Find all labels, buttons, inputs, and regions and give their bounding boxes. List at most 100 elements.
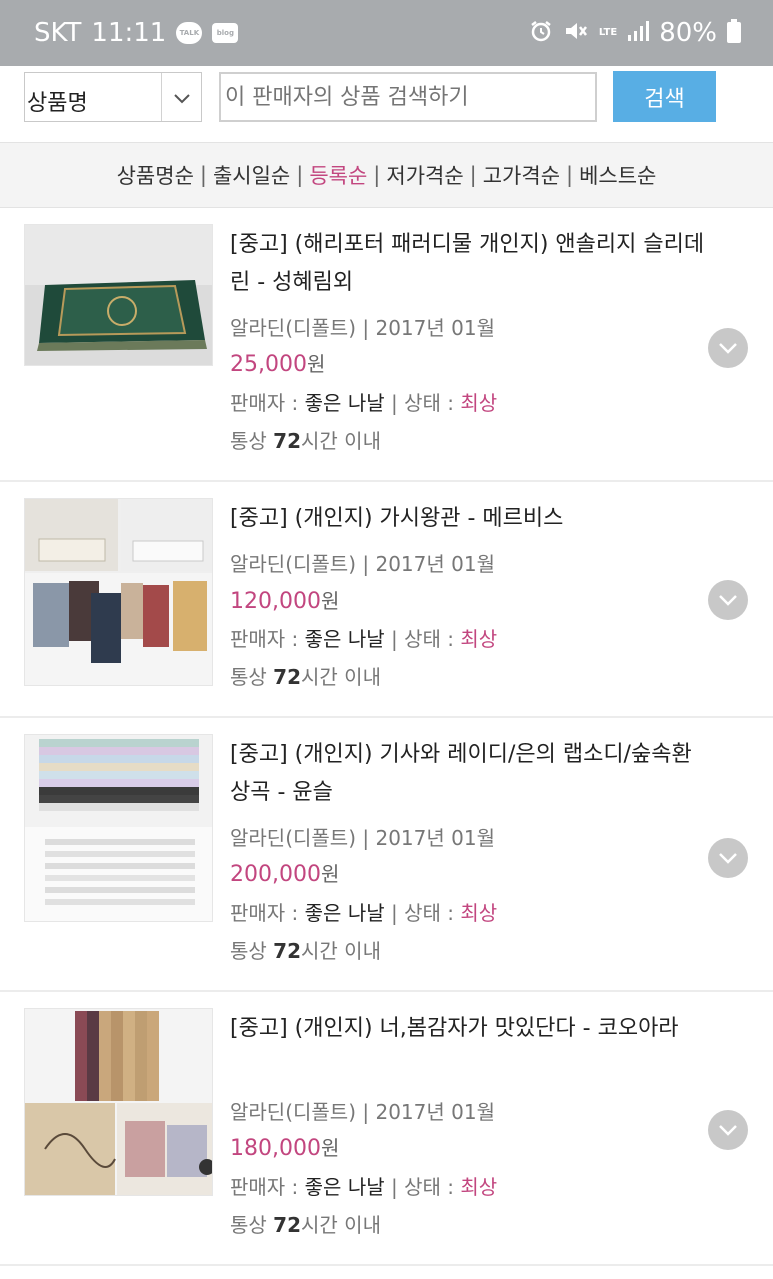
product-item[interactable]: [중고] (개인지) 가시왕관 - 메르비스 알라딘(디폴트) | 2017년 … bbox=[0, 482, 773, 718]
product-price: 120,000 bbox=[230, 589, 321, 614]
shipping-suffix: 시간 이내 bbox=[301, 939, 381, 963]
product-title[interactable]: [중고] (개인지) 가시왕관 - 메르비스 bbox=[230, 500, 710, 538]
sort-divider: | bbox=[296, 163, 304, 187]
product-meta: 알라딘(디폴트) | 2017년 01월 bbox=[230, 548, 495, 577]
product-title[interactable]: [중고] (개인지) 너,봄감자가 맛있단다 - 코오아라 bbox=[230, 1010, 710, 1048]
product-item[interactable]: [중고] (개인지) 기사와 레이디/은의 랩소디/숲속환상곡 - 윤슬 알라딘… bbox=[0, 718, 773, 992]
shipping-hours: 72 bbox=[273, 1213, 302, 1237]
expand-button[interactable] bbox=[708, 838, 748, 878]
sort-divider: | bbox=[373, 163, 381, 187]
carrier-label: SKT bbox=[34, 18, 82, 48]
product-price-row: 120,000원 bbox=[230, 585, 339, 614]
shipping-row: 통상 72시간 이내 bbox=[230, 425, 381, 454]
condition-value: 최상 bbox=[460, 1175, 498, 1199]
seller-divider: | bbox=[390, 627, 405, 651]
seller-row: 판매자 : 좋은 나날 | 상태 : 최상 bbox=[230, 623, 497, 652]
chevron-down-icon bbox=[173, 89, 191, 107]
condition-label: 상태 : bbox=[404, 1175, 454, 1199]
chevron-down-icon bbox=[719, 1125, 737, 1136]
condition-label: 상태 : bbox=[404, 627, 454, 651]
seller-name[interactable]: 좋은 나날 bbox=[305, 391, 385, 415]
select-divider bbox=[161, 73, 162, 121]
shipping-suffix: 시간 이내 bbox=[301, 1213, 381, 1237]
shipping-prefix: 통상 bbox=[230, 939, 267, 963]
product-item[interactable]: [중고] (개인지) 너,봄감자가 맛있단다 - 코오아라 알라딘(디폴트) |… bbox=[0, 992, 773, 1266]
currency-unit: 원 bbox=[320, 862, 340, 886]
product-title[interactable]: [중고] (개인지) 기사와 레이디/은의 랩소디/숲속환상곡 - 윤슬 bbox=[230, 736, 710, 812]
signal-icon bbox=[627, 20, 650, 46]
shipping-prefix: 통상 bbox=[230, 429, 267, 453]
seller-name[interactable]: 좋은 나날 bbox=[305, 901, 385, 925]
currency-unit: 원 bbox=[320, 1136, 340, 1160]
seller-divider: | bbox=[390, 1175, 405, 1199]
shipping-prefix: 통상 bbox=[230, 665, 267, 689]
product-publisher: 알라딘(디폴트) bbox=[230, 826, 357, 850]
talk-notification-icon: TALK bbox=[176, 22, 203, 44]
condition-label: 상태 : bbox=[404, 391, 454, 415]
shipping-row: 통상 72시간 이내 bbox=[230, 935, 381, 964]
chevron-down-icon bbox=[719, 343, 737, 354]
seller-label: 판매자 : bbox=[230, 391, 299, 415]
battery-icon bbox=[727, 19, 741, 47]
product-date: 2017년 01월 bbox=[375, 1100, 495, 1124]
expand-button[interactable] bbox=[708, 1110, 748, 1150]
product-publisher: 알라딘(디폴트) bbox=[230, 552, 357, 576]
seller-row: 판매자 : 좋은 나날 | 상태 : 최상 bbox=[230, 897, 497, 926]
chevron-down-icon bbox=[719, 595, 737, 606]
blog-notification-icon: blog bbox=[212, 23, 239, 43]
product-publisher: 알라딘(디폴트) bbox=[230, 316, 357, 340]
seller-label: 판매자 : bbox=[230, 1175, 299, 1199]
product-thumbnail[interactable] bbox=[24, 498, 213, 686]
product-price: 25,000 bbox=[230, 352, 307, 377]
shipping-hours: 72 bbox=[273, 939, 302, 963]
search-category-select[interactable]: 상품명 bbox=[24, 72, 202, 122]
product-meta: 알라딘(디폴트) | 2017년 01월 bbox=[230, 1096, 495, 1125]
sort-divider: | bbox=[469, 163, 477, 187]
shipping-suffix: 시간 이내 bbox=[301, 665, 381, 689]
product-thumbnail[interactable] bbox=[24, 1008, 213, 1196]
search-category-value: 상품명 bbox=[27, 91, 88, 116]
product-price: 180,000 bbox=[230, 1136, 321, 1161]
product-price-row: 180,000원 bbox=[230, 1132, 339, 1161]
mute-icon bbox=[563, 19, 589, 47]
meta-divider: | bbox=[362, 552, 376, 576]
sort-by-best[interactable]: 베스트순 bbox=[579, 160, 656, 190]
product-publisher: 알라딘(디폴트) bbox=[230, 1100, 357, 1124]
expand-button[interactable] bbox=[708, 328, 748, 368]
shipping-suffix: 시간 이내 bbox=[301, 429, 381, 453]
meta-divider: | bbox=[362, 826, 376, 850]
product-date: 2017년 01월 bbox=[375, 826, 495, 850]
seller-name[interactable]: 좋은 나날 bbox=[305, 1175, 385, 1199]
seller-label: 판매자 : bbox=[230, 627, 299, 651]
product-thumbnail[interactable] bbox=[24, 734, 213, 922]
sort-by-name[interactable]: 상품명순 bbox=[117, 160, 194, 190]
shipping-hours: 72 bbox=[273, 429, 302, 453]
condition-value: 최상 bbox=[460, 391, 498, 415]
shipping-hours: 72 bbox=[273, 665, 302, 689]
product-item[interactable]: [중고] (해리포터 패러디물 개인지) 앤솔리지 슬리데린 - 성혜림외 알라… bbox=[0, 208, 773, 482]
shipping-prefix: 통상 bbox=[230, 1213, 267, 1237]
product-title[interactable]: [중고] (해리포터 패러디물 개인지) 앤솔리지 슬리데린 - 성혜림외 bbox=[230, 226, 710, 302]
product-price: 200,000 bbox=[230, 862, 321, 887]
sort-by-low-price[interactable]: 저가격순 bbox=[386, 160, 463, 190]
search-input[interactable] bbox=[219, 72, 597, 122]
sort-by-high-price[interactable]: 고가격순 bbox=[483, 160, 560, 190]
seller-name[interactable]: 좋은 나날 bbox=[305, 627, 385, 651]
meta-divider: | bbox=[362, 1100, 376, 1124]
currency-unit: 원 bbox=[320, 589, 340, 613]
chevron-down-icon bbox=[719, 853, 737, 864]
seller-row: 판매자 : 좋은 나날 | 상태 : 최상 bbox=[230, 1171, 497, 1200]
search-button[interactable]: 검색 bbox=[613, 71, 716, 122]
seller-row: 판매자 : 좋은 나날 | 상태 : 최상 bbox=[230, 387, 497, 416]
product-thumbnail[interactable] bbox=[24, 224, 213, 366]
currency-unit: 원 bbox=[306, 352, 326, 376]
sort-divider: | bbox=[566, 163, 574, 187]
seller-divider: | bbox=[390, 901, 405, 925]
clock: 11:11 bbox=[91, 18, 167, 48]
network-type: LTE bbox=[598, 27, 618, 38]
product-date: 2017년 01월 bbox=[375, 316, 495, 340]
sort-by-release[interactable]: 출시일순 bbox=[213, 160, 290, 190]
seller-divider: | bbox=[390, 391, 405, 415]
expand-button[interactable] bbox=[708, 580, 748, 620]
sort-by-registration[interactable]: 등록순 bbox=[309, 160, 367, 190]
